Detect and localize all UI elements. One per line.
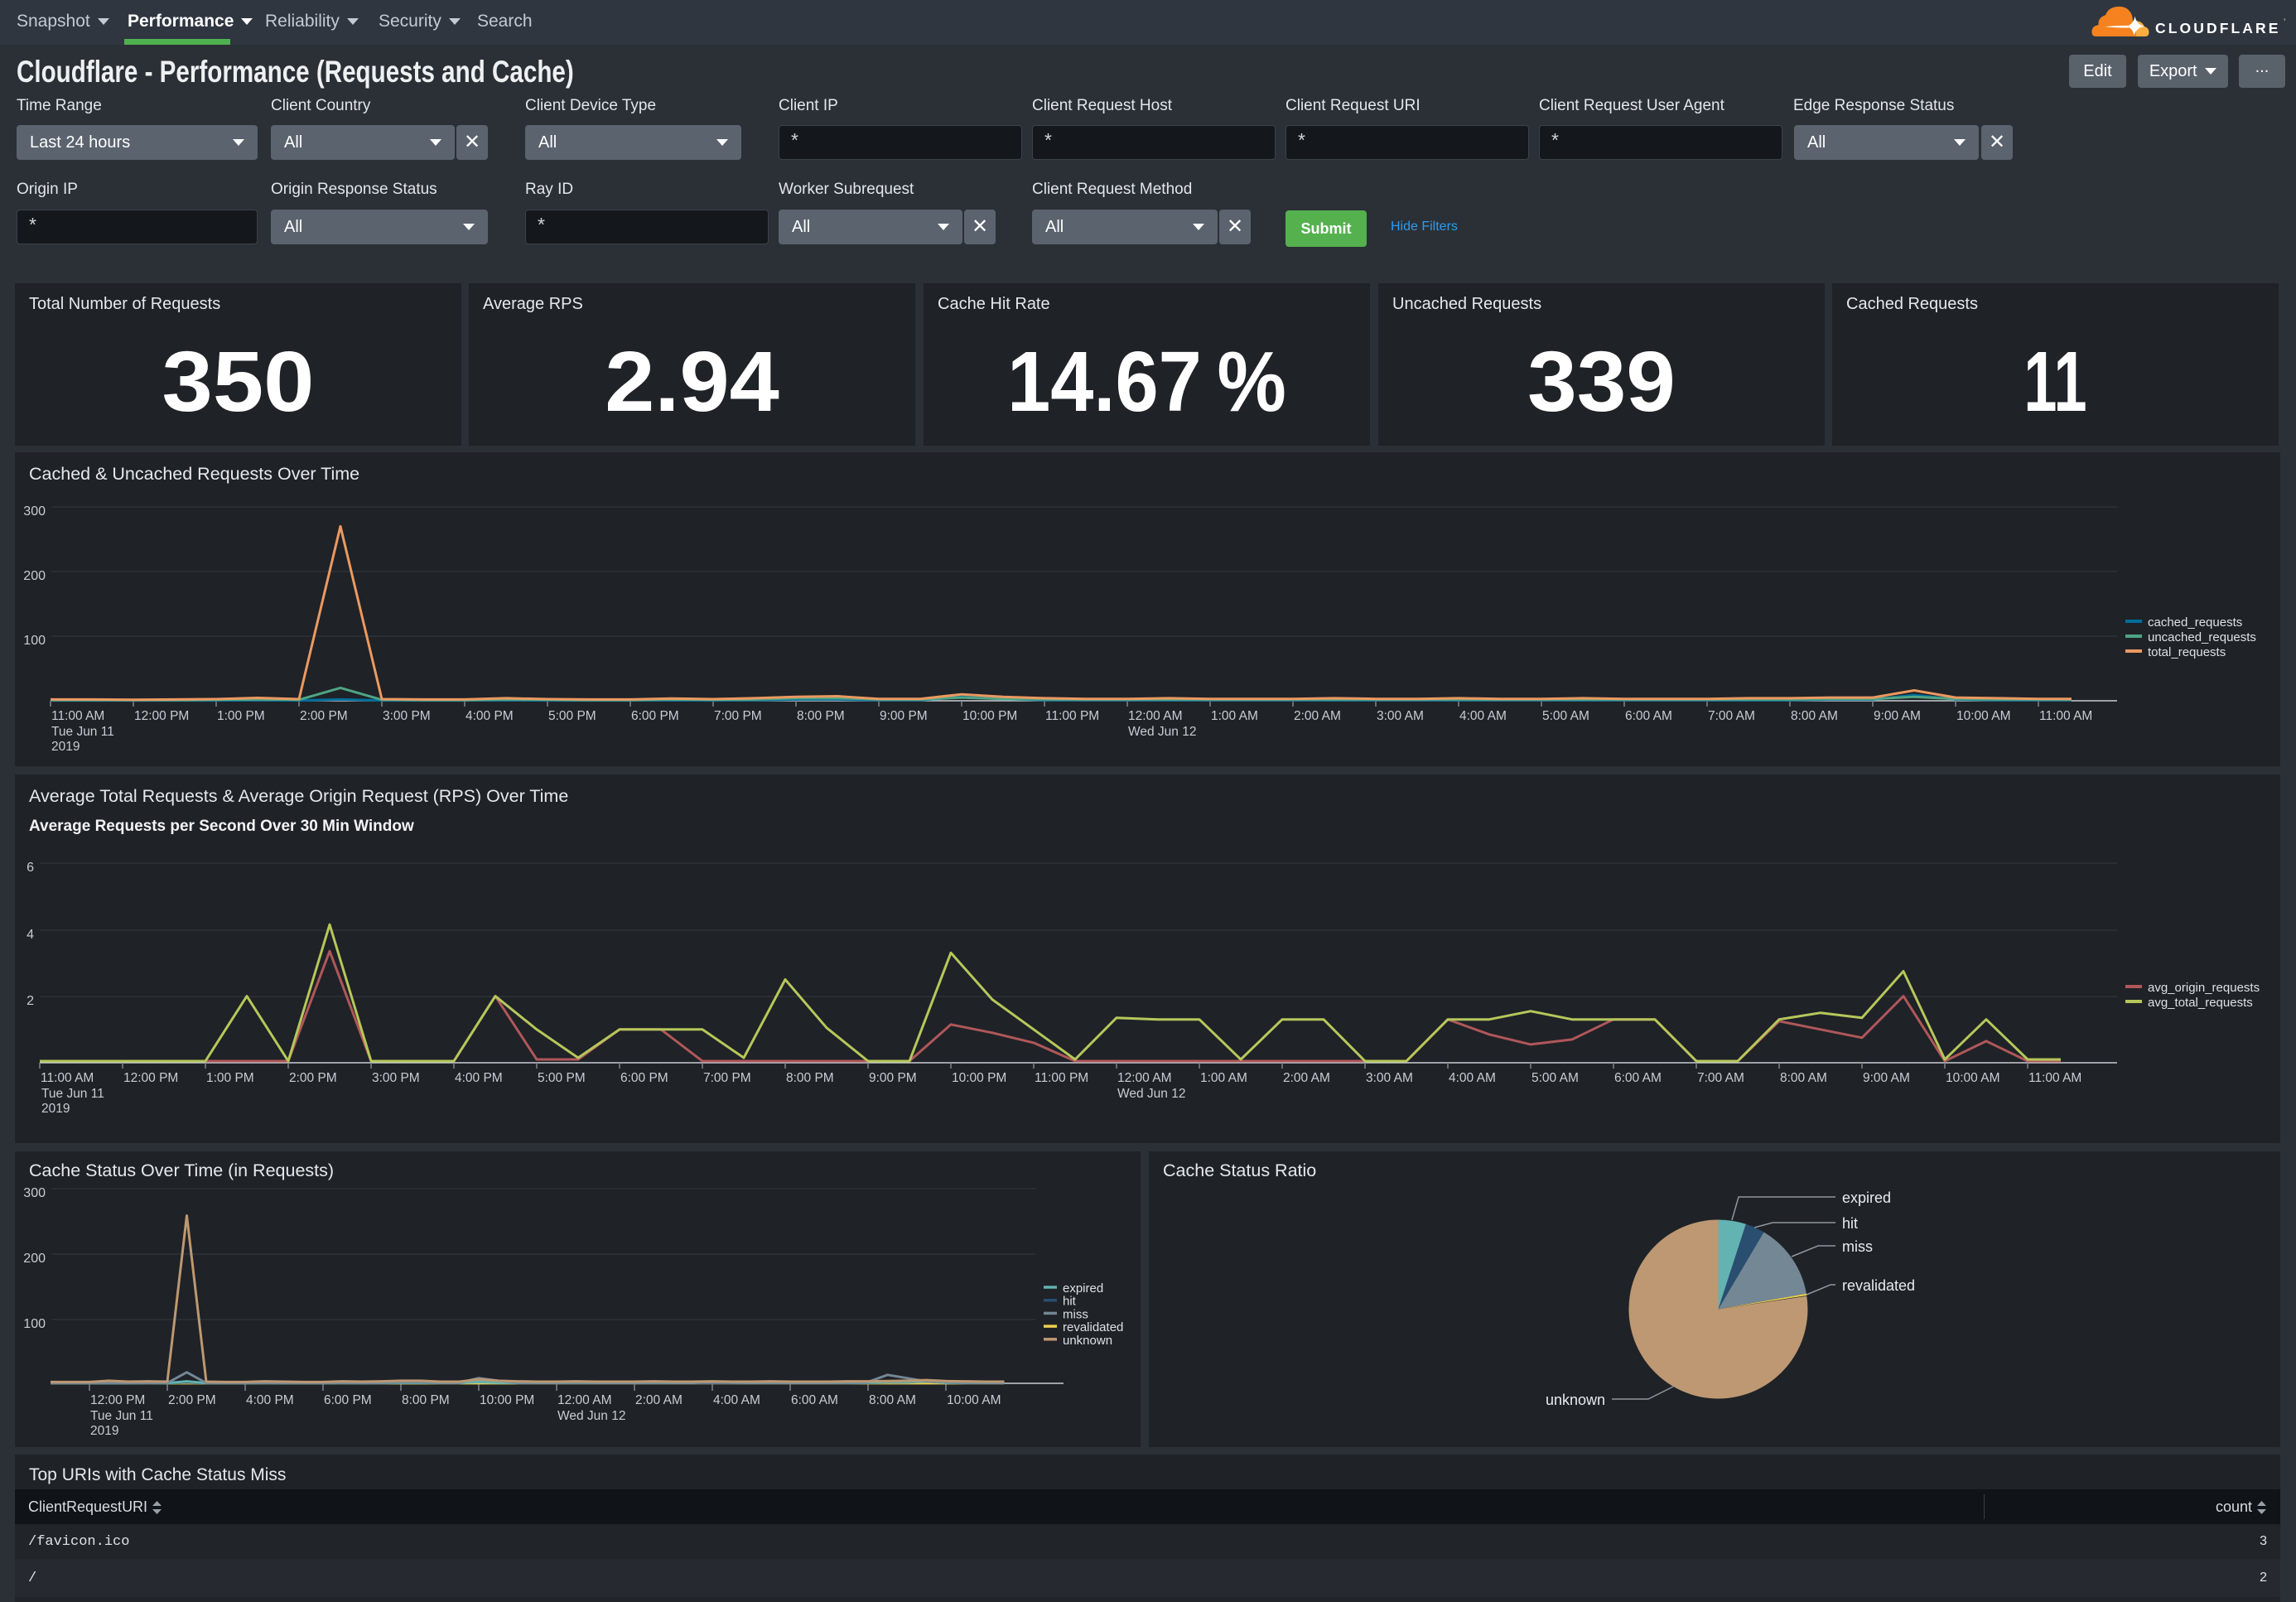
svg-text:6:00 AM: 6:00 AM (1625, 709, 1672, 723)
svg-text:1:00 PM: 1:00 PM (206, 1071, 254, 1085)
svg-text:10:00 AM: 10:00 AM (1956, 709, 2011, 723)
svg-text:3:00 AM: 3:00 AM (1377, 709, 1424, 723)
svg-text:7:00 PM: 7:00 PM (703, 1071, 751, 1085)
svg-text:5:00 PM: 5:00 PM (538, 1071, 586, 1085)
svg-text:avg_total_requests: avg_total_requests (2148, 996, 2253, 1010)
svg-text:hit: hit (1842, 1215, 1858, 1232)
svg-text:8:00 PM: 8:00 PM (786, 1071, 834, 1085)
svg-text:avg_origin_requests: avg_origin_requests (2148, 981, 2260, 995)
svg-text:2:00 PM: 2:00 PM (168, 1393, 216, 1407)
svg-text:4:00 PM: 4:00 PM (246, 1393, 294, 1407)
svg-text:expired: expired (1842, 1189, 1891, 1206)
svg-text:10:00 AM: 10:00 AM (1946, 1071, 2000, 1085)
svg-text:10:00 PM: 10:00 PM (952, 1071, 1006, 1085)
svg-text:12:00 AM: 12:00 AM (1128, 709, 1183, 723)
svg-text:7:00 PM: 7:00 PM (714, 709, 762, 723)
svg-text:Tue Jun 11: Tue Jun 11 (41, 1087, 104, 1101)
svg-text:200: 200 (23, 569, 46, 583)
svg-text:cached_requests: cached_requests (2148, 615, 2242, 630)
svg-text:12:00 PM: 12:00 PM (90, 1393, 145, 1407)
svg-text:8:00 AM: 8:00 AM (1780, 1071, 1827, 1085)
svg-text:12:00 AM: 12:00 AM (557, 1393, 612, 1407)
svg-text:8:00 AM: 8:00 AM (1791, 709, 1838, 723)
svg-text:Wed Jun 12: Wed Jun 12 (1128, 725, 1196, 739)
svg-text:Wed Jun 12: Wed Jun 12 (1117, 1087, 1185, 1101)
svg-text:2019: 2019 (51, 740, 80, 754)
svg-text:miss: miss (1842, 1238, 1873, 1255)
svg-text:3:00 PM: 3:00 PM (383, 709, 431, 723)
svg-text:2:00 AM: 2:00 AM (1294, 709, 1341, 723)
svg-text:1:00 AM: 1:00 AM (1200, 1071, 1247, 1085)
svg-text:6:00 AM: 6:00 AM (1614, 1071, 1662, 1085)
svg-text:9:00 PM: 9:00 PM (869, 1071, 917, 1085)
svg-text:9:00 AM: 9:00 AM (1863, 1071, 1910, 1085)
svg-text:miss: miss (1063, 1307, 1088, 1321)
svg-text:’: ’ (2284, 17, 2285, 27)
svg-text:hit: hit (1063, 1295, 1077, 1309)
svg-text:2:00 PM: 2:00 PM (300, 709, 348, 723)
svg-text:4:00 PM: 4:00 PM (465, 709, 514, 723)
svg-text:6:00 PM: 6:00 PM (631, 709, 679, 723)
svg-text:6:00 PM: 6:00 PM (324, 1393, 372, 1407)
svg-text:4:00 PM: 4:00 PM (455, 1071, 503, 1085)
svg-text:9:00 PM: 9:00 PM (880, 709, 928, 723)
svg-text:6: 6 (27, 861, 34, 875)
svg-text:CLOUDFLARE: CLOUDFLARE (2155, 20, 2281, 36)
svg-text:12:00 PM: 12:00 PM (134, 709, 189, 723)
svg-text:8:00 PM: 8:00 PM (797, 709, 845, 723)
svg-text:expired: expired (1063, 1281, 1103, 1296)
svg-text:11:00 PM: 11:00 PM (1035, 1071, 1088, 1085)
svg-text:Wed Jun 12: Wed Jun 12 (557, 1409, 625, 1423)
svg-text:revalidated: revalidated (1063, 1320, 1123, 1334)
svg-text:2: 2 (27, 994, 34, 1008)
svg-text:Tue Jun 11: Tue Jun 11 (51, 725, 114, 739)
svg-text:11:00 AM: 11:00 AM (51, 709, 104, 723)
svg-text:100: 100 (23, 634, 46, 648)
svg-text:3:00 AM: 3:00 AM (1366, 1071, 1413, 1085)
svg-text:1:00 AM: 1:00 AM (1211, 709, 1258, 723)
svg-text:10:00 PM: 10:00 PM (480, 1393, 534, 1407)
svg-text:11:00 AM: 11:00 AM (41, 1071, 94, 1085)
svg-text:8:00 PM: 8:00 PM (402, 1393, 450, 1407)
svg-text:2:00 AM: 2:00 AM (1283, 1071, 1330, 1085)
svg-text:11:00 AM: 11:00 AM (2028, 1071, 2081, 1085)
svg-text:1:00 PM: 1:00 PM (217, 709, 265, 723)
svg-text:5:00 AM: 5:00 AM (1542, 709, 1589, 723)
svg-text:2:00 AM: 2:00 AM (635, 1393, 683, 1407)
svg-text:6:00 AM: 6:00 AM (791, 1393, 838, 1407)
svg-text:300: 300 (23, 504, 46, 519)
svg-text:7:00 AM: 7:00 AM (1697, 1071, 1744, 1085)
svg-text:unknown: unknown (1546, 1392, 1605, 1408)
svg-text:2019: 2019 (90, 1424, 118, 1438)
svg-text:Tue Jun 11: Tue Jun 11 (90, 1409, 153, 1423)
svg-text:6:00 PM: 6:00 PM (620, 1071, 668, 1085)
svg-text:100: 100 (23, 1317, 46, 1331)
svg-text:11:00 AM: 11:00 AM (2039, 709, 2092, 723)
svg-text:11:00 PM: 11:00 PM (1045, 709, 1099, 723)
svg-text:7:00 AM: 7:00 AM (1708, 709, 1755, 723)
svg-text:10:00 AM: 10:00 AM (947, 1393, 1001, 1407)
svg-text:total_requests: total_requests (2148, 645, 2226, 659)
svg-text:4:00 AM: 4:00 AM (713, 1393, 760, 1407)
svg-text:4: 4 (27, 928, 34, 942)
svg-text:2019: 2019 (41, 1102, 70, 1116)
svg-text:5:00 AM: 5:00 AM (1531, 1071, 1579, 1085)
svg-text:5:00 PM: 5:00 PM (548, 709, 596, 723)
svg-text:uncached_requests: uncached_requests (2148, 630, 2256, 644)
svg-text:4:00 AM: 4:00 AM (1459, 709, 1507, 723)
svg-text:12:00 AM: 12:00 AM (1117, 1071, 1172, 1085)
svg-text:8:00 AM: 8:00 AM (869, 1393, 916, 1407)
svg-text:2:00 PM: 2:00 PM (289, 1071, 337, 1085)
svg-text:unknown: unknown (1063, 1334, 1112, 1348)
svg-text:revalidated: revalidated (1842, 1277, 1915, 1294)
svg-text:10:00 PM: 10:00 PM (962, 709, 1017, 723)
svg-text:3:00 PM: 3:00 PM (372, 1071, 420, 1085)
svg-text:12:00 PM: 12:00 PM (123, 1071, 178, 1085)
svg-text:200: 200 (23, 1252, 46, 1266)
svg-text:9:00 AM: 9:00 AM (1874, 709, 1921, 723)
svg-text:4:00 AM: 4:00 AM (1449, 1071, 1496, 1085)
svg-text:300: 300 (23, 1186, 46, 1200)
